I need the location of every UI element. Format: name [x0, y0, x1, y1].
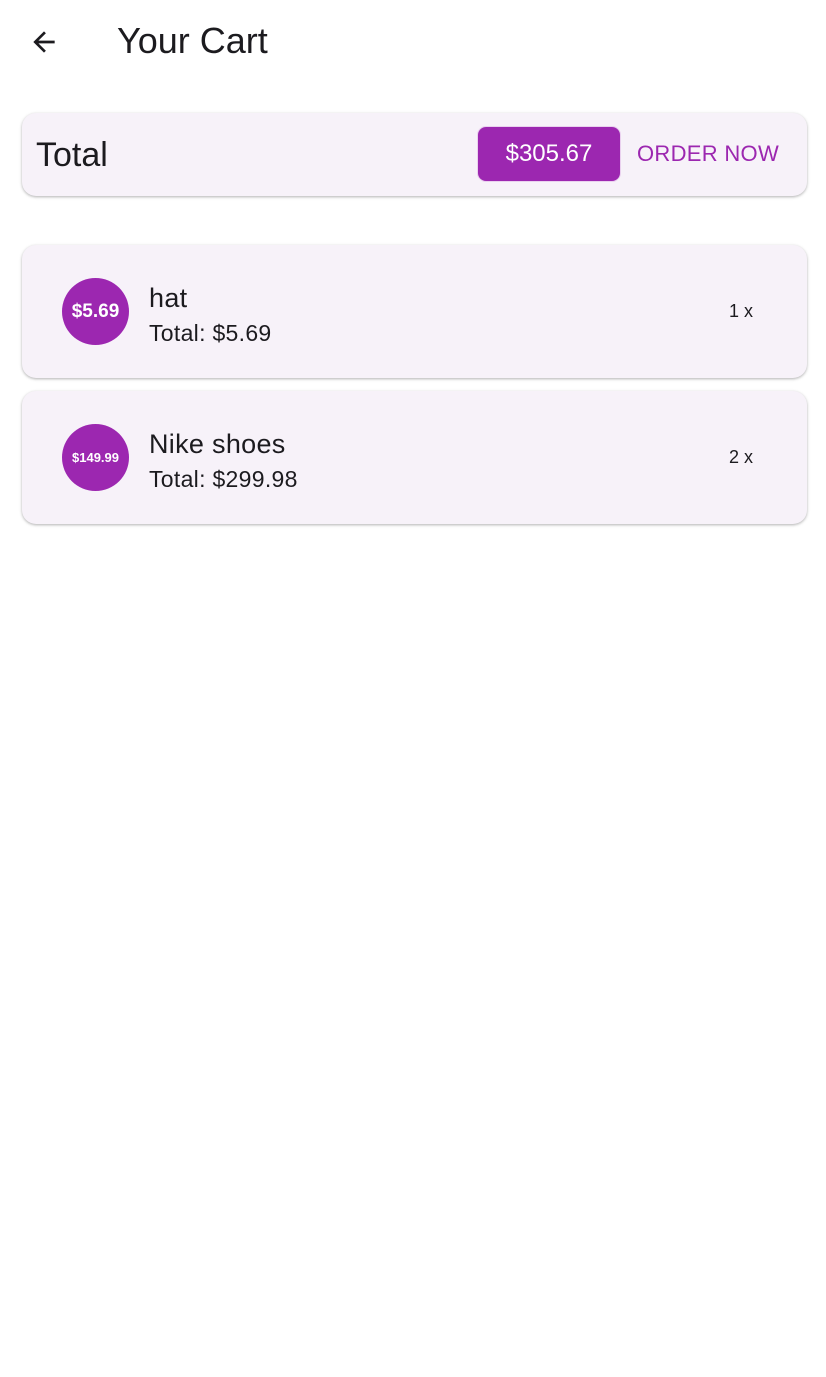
- back-button[interactable]: [20, 20, 68, 64]
- cart-item: $5.69 hat Total: $5.69 1 x: [22, 245, 807, 378]
- total-amount-chip: $305.67: [478, 127, 620, 181]
- item-quantity: 2 x: [728, 447, 753, 467]
- total-label: Total: [36, 136, 108, 174]
- total-card: Total $305.67 ORDER NOW: [22, 113, 807, 196]
- arrow-back-icon: [33, 31, 55, 53]
- item-quantity: 1 x: [728, 301, 753, 321]
- item-name: hat: [149, 283, 188, 313]
- item-total: Total: $5.69: [149, 320, 272, 346]
- item-price-avatar: $5.69: [62, 278, 129, 345]
- item-total: Total: $299.98: [149, 466, 298, 492]
- item-name: Nike shoes: [149, 429, 286, 459]
- cart-item: $149.99 Nike shoes Total: $299.98 2 x: [22, 391, 807, 524]
- item-price-avatar: $149.99: [62, 424, 129, 491]
- order-now-button[interactable]: ORDER NOW: [626, 127, 790, 181]
- page-title: Your Cart: [117, 20, 268, 61]
- app-bar: Your Cart: [0, 0, 826, 84]
